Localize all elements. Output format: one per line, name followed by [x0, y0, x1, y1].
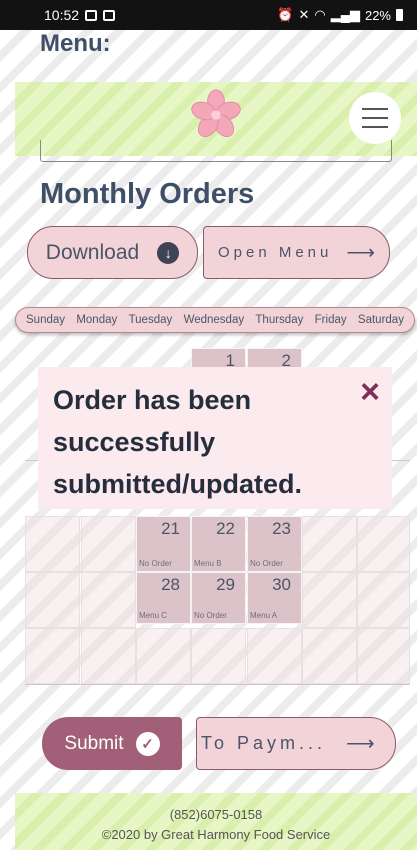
battery-icon [396, 9, 403, 21]
arrow-right-icon: ⟶ [346, 733, 375, 755]
menu-heading: Menu: [40, 30, 111, 57]
calendar-day-cell[interactable]: 21 No Order [136, 516, 191, 572]
status-time: 10:52 [44, 7, 80, 23]
weekday-header: Sunday Monday Tuesday Wednesday Thursday… [15, 307, 415, 333]
download-label: Download [45, 240, 140, 264]
calendar-day-cell[interactable]: 29 No Order [191, 572, 246, 624]
download-arrow-icon: ↓ [157, 241, 180, 264]
battery-percent: 22% [364, 7, 391, 23]
day-sunday: Sunday [26, 314, 66, 326]
signal-icon: ▂▄▆ [330, 7, 360, 22]
page-title: Monthly Orders [40, 178, 255, 210]
day-monday: Monday [76, 314, 118, 326]
hamburger-menu-button[interactable] [349, 92, 401, 144]
calendar-empty-cell [302, 516, 357, 572]
calendar-empty-cell [191, 628, 246, 684]
hamburger-line-icon [362, 126, 388, 128]
footer-phone: (852)6075-0158 [169, 807, 263, 822]
calendar-empty-cell [357, 628, 410, 684]
calendar-empty-cell [247, 628, 302, 684]
footer-copyright: ©2020 by Great Harmony Food Service [101, 827, 331, 842]
wifi-icon: ◠ [314, 7, 326, 22]
calendar-day-cell[interactable]: 30 Menu A [247, 572, 302, 624]
calendar-day-cell[interactable]: 23 No Order [247, 516, 302, 572]
success-toast: Order has been successfully submitted/up… [38, 367, 392, 509]
day-tuesday: Tuesday [128, 314, 173, 326]
day-number: 23 [272, 519, 291, 538]
download-button[interactable]: Download ↓ [27, 226, 198, 279]
calendar-empty-cell [25, 628, 80, 684]
alarm-icon: ⏰ [277, 7, 294, 22]
to-payment-button[interactable]: To Paym... ⟶ [196, 717, 396, 770]
status-right: ⏰ ✕ ◠ ▂▄▆ 22% [277, 7, 403, 23]
day-number: 28 [161, 575, 180, 594]
calendar-empty-cell [357, 572, 410, 628]
payment-label: To Paym... [201, 733, 327, 753]
open-menu-label: Open Menu [217, 244, 333, 261]
check-icon: ✓ [135, 731, 160, 756]
submit-button[interactable]: Submit ✓ [42, 717, 182, 770]
order-status: Menu A [250, 611, 278, 620]
toast-message: Order has been successfully submitted/up… [53, 385, 302, 499]
arrow-right-icon: ⟶ [346, 242, 376, 264]
order-status: Menu C [139, 611, 168, 620]
calendar-empty-cell [81, 572, 136, 628]
calendar-empty-cell [81, 628, 136, 684]
calendar-day-cell[interactable]: 22 Menu B [191, 516, 246, 572]
status-bar: 10:52 ⏰ ✕ ◠ ▂▄▆ 22% [0, 0, 417, 30]
calendar-empty-cell [302, 628, 357, 684]
order-status: No Order [194, 611, 227, 620]
open-menu-button[interactable]: Open Menu ⟶ [203, 226, 390, 279]
calendar-empty-cell [357, 516, 410, 572]
check-notification-icon [103, 9, 116, 21]
calendar-empty-cell [25, 572, 80, 628]
close-icon[interactable]: × [360, 375, 380, 409]
submit-label: Submit [64, 732, 124, 754]
calendar-empty-cell [136, 628, 191, 684]
calendar-empty-cell [25, 516, 80, 572]
calendar-day-cell[interactable]: 1 [191, 348, 246, 370]
day-number: 21 [161, 519, 180, 538]
order-status: No Order [250, 559, 283, 568]
gallery-icon [85, 9, 98, 21]
day-number: 29 [216, 575, 235, 594]
day-thursday: Thursday [255, 314, 304, 326]
calendar-day-cell[interactable]: 28 Menu C [136, 572, 191, 624]
calendar-empty-cell [81, 516, 136, 572]
calendar-day-cell[interactable]: 2 [247, 348, 302, 370]
order-status: Menu B [194, 559, 222, 568]
calendar-empty-cell [302, 572, 357, 628]
cherry-blossom-logo-icon[interactable] [188, 87, 244, 143]
menu-content-box [40, 140, 392, 162]
order-status: No Order [139, 559, 172, 568]
day-number: 30 [272, 575, 291, 594]
footer: (852)6075-0158 ©2020 by Great Harmony Fo… [15, 793, 417, 850]
grid-line [25, 684, 410, 685]
mute-icon: ✕ [298, 7, 310, 22]
day-friday: Friday [314, 314, 347, 326]
hamburger-line-icon [362, 117, 388, 119]
day-saturday: Saturday [357, 314, 404, 326]
hamburger-line-icon [362, 108, 388, 110]
day-number: 22 [216, 519, 235, 538]
day-wednesday: Wednesday [183, 314, 245, 326]
